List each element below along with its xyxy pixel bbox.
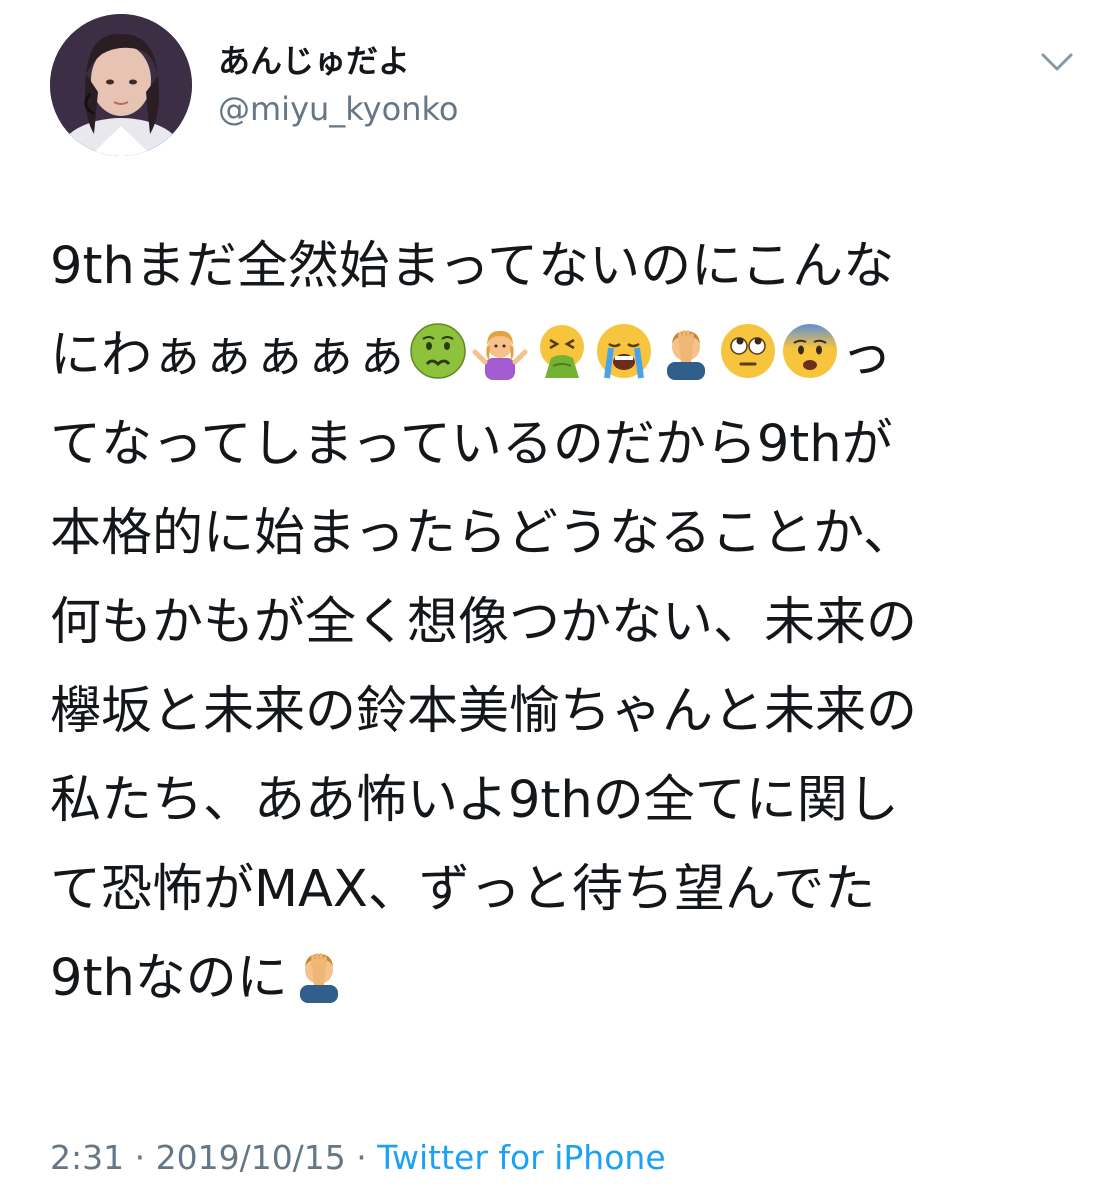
tweet-line: 私たち、ああ怖いよ9thの全てに関し: [50, 771, 899, 830]
user-handle[interactable]: @miyu_kyonko: [218, 90, 458, 128]
tweet-line: 9thなのに: [50, 934, 1060, 1023]
loudly-crying-face-icon: [595, 322, 653, 380]
tweet-line: てなってしまっているのだから9thが: [50, 415, 893, 474]
tweet-time[interactable]: 2:31: [50, 1138, 124, 1177]
man-facepalming-icon: [290, 945, 348, 1003]
tweet-text: 9thまだ全然始まってないのにこんな にわぁぁぁぁぁ っ てなってしまっているのだ…: [50, 222, 1060, 1023]
woman-shrugging-icon: [471, 322, 529, 380]
meta-separator: ·: [124, 1138, 156, 1177]
fearful-face-icon: [781, 322, 839, 380]
tweet-line-text: にわぁぁぁぁぁ: [50, 326, 408, 385]
nauseated-face-icon: [409, 322, 467, 380]
man-facepalming-icon: [657, 322, 715, 380]
face-vomiting-icon: [533, 322, 591, 380]
tweet-date[interactable]: 2019/10/15: [156, 1138, 346, 1177]
tweet-line: て恐怖がMAX、ずっと待ち望んでた: [50, 860, 876, 919]
tweet-line: 本格的に始まったらどうなることか、: [50, 504, 914, 563]
tweet-line: 欅坂と未来の鈴本美愉ちゃんと未来の: [50, 682, 918, 741]
avatar[interactable]: [50, 14, 192, 156]
tweet-line: 9thまだ全然始まってないのにこんな: [50, 237, 895, 296]
chevron-down-icon[interactable]: [1040, 50, 1074, 74]
tweet-line-text: っ: [841, 326, 893, 385]
tweet-meta: 2:31 · 2019/10/15 · Twitter for iPhone: [50, 1138, 666, 1177]
display-name[interactable]: あんじゅだよ: [218, 36, 410, 82]
face-with-rolling-eyes-icon: [719, 322, 777, 380]
tweet-line-text: 9thなのに: [50, 949, 288, 1008]
tweet-source-link[interactable]: Twitter for iPhone: [377, 1138, 665, 1177]
tweet: あんじゅだよ @miyu_kyonko 9thまだ全然始まってないのにこんな に…: [0, 0, 1117, 1200]
avatar-photo: [50, 14, 192, 156]
meta-separator: ·: [345, 1138, 378, 1177]
tweet-line: 何もかもが全く想像つかない、未来の: [50, 593, 918, 652]
tweet-line: にわぁぁぁぁぁ っ: [50, 311, 1060, 400]
